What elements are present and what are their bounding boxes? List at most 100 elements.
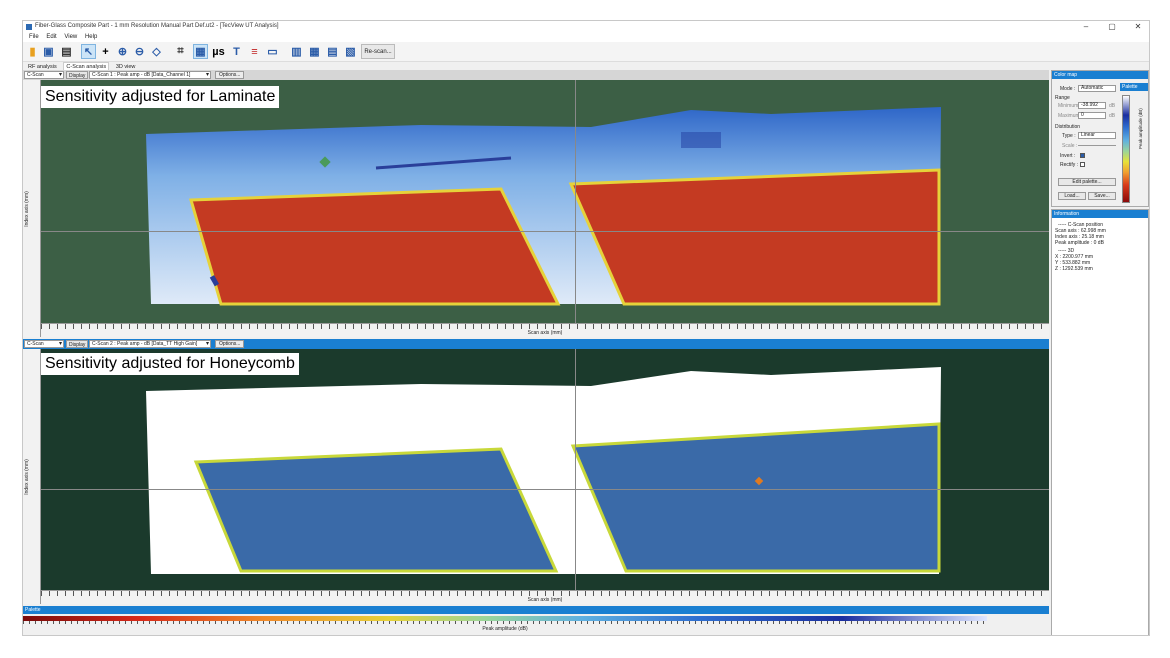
mode-label: Mode : [1060, 86, 1076, 92]
pointer-icon[interactable]: ↖ [81, 44, 96, 59]
info-peak-amplitude: Peak amplitude : 0 dB [1055, 240, 1104, 246]
zoom-in-icon[interactable]: ⊕ [115, 44, 130, 59]
cscan2-view[interactable]: Index axis (mm) Sensitivity adjusted for… [23, 349, 1049, 604]
cscan2-cursor-vertical[interactable] [575, 349, 576, 590]
cscan1-display-label: Display [66, 71, 89, 79]
cscan1-image [146, 107, 941, 306]
layout-1-icon[interactable]: ▥ [289, 44, 304, 59]
scale-label: Scale : [1062, 143, 1078, 149]
cscan2-index-ruler: Index axis (mm) [23, 349, 41, 604]
load-button[interactable]: Load... [1058, 192, 1086, 200]
fit-view-icon[interactable]: ⌗ [173, 44, 188, 59]
text-icon[interactable]: T [229, 44, 244, 59]
close-button[interactable]: ✕ [1127, 21, 1149, 33]
cscan2-scan-ruler: Scan axis (mm) [41, 590, 1049, 604]
palette-axis-label: Peak amplitude (dB) [482, 626, 528, 632]
cscan2-ruler-ticks [41, 591, 1049, 596]
honeycomb-left-panel [193, 447, 559, 573]
grid-icon[interactable]: ▦ [193, 44, 208, 59]
palette-panel-header: Palette [23, 606, 1049, 614]
type-label: Type : [1062, 133, 1076, 139]
toolbar: ▮ ▣ ▤ ↖ + ⊕ ⊖ ◇ ⌗ ▦ µs T ≡ ▭ ▥ ▦ ▤ ▧ Re-… [23, 42, 1149, 62]
cscan1-view[interactable]: Index axis (mm) Sensitivity adjusted for… [23, 80, 1049, 337]
invert-label: Invert : [1060, 153, 1076, 159]
cscan1-options-button[interactable]: Options... [215, 71, 245, 79]
maximum-unit: dB [1109, 113, 1116, 119]
open-folder-icon[interactable]: ▮ [25, 44, 40, 59]
distribution-label: Distribution [1055, 124, 1081, 130]
cscan2-mode-select[interactable]: C-Scan [24, 340, 64, 348]
cscan1-scan-ruler: Scan axis (mm) [41, 323, 1049, 337]
maximize-button[interactable]: ▢ [1101, 21, 1123, 33]
honeycomb-right-panel [570, 422, 941, 573]
cscan2-banner: Sensitivity adjusted for Honeycomb [41, 353, 299, 375]
cscan2-display-select[interactable]: C-Scan 2 : Peak amp - dB [Data_TT High G… [89, 340, 211, 348]
cscan1-yaxis-label: Index axis (mm) [24, 190, 30, 227]
minimize-button[interactable]: – [1075, 21, 1097, 33]
cscan2-display-label: Display [66, 340, 89, 348]
palette-column [1122, 95, 1130, 203]
crosshair-icon[interactable]: + [98, 44, 113, 59]
information-panel: Information ----- C-Scan position Scan a… [1051, 209, 1149, 635]
title-bar: Fiber-Glass Composite Part - 1 mm Resolu… [23, 21, 1149, 33]
layout-4-icon[interactable]: ▧ [343, 44, 358, 59]
application-window: Fiber-Glass Composite Part - 1 mm Resolu… [22, 20, 1150, 636]
window-title: Fiber-Glass Composite Part - 1 mm Resolu… [35, 23, 279, 29]
mode-select[interactable]: Automatic [1078, 85, 1116, 92]
minimum-input[interactable]: -38.992 [1078, 102, 1106, 109]
cscan1-toolbar: C-Scan Display C-Scan 1 : Peak amp - dB … [23, 70, 1049, 80]
analysis-tabs: RF analysis C-Scan analysis 3D view [23, 62, 1149, 71]
save-icon[interactable]: ▣ [41, 44, 56, 59]
cscan1-ruler-ticks [41, 324, 1049, 329]
menu-edit[interactable]: Edit [46, 33, 56, 42]
palette-panel: Palette Peak amplitude (dB) [23, 606, 1049, 635]
type-select[interactable]: Linear [1078, 132, 1116, 139]
rescan-button[interactable]: Re-scan... [361, 44, 395, 59]
rectify-checkbox[interactable] [1080, 162, 1085, 167]
palette-tab[interactable]: Palette [1120, 83, 1148, 91]
menu-bar: File Edit View Help [23, 33, 1149, 42]
edit-palette-button[interactable]: Edit palette... [1058, 178, 1116, 186]
scale-slider[interactable] [1078, 145, 1116, 146]
maximum-input[interactable]: 0 [1078, 112, 1106, 119]
menu-view[interactable]: View [64, 33, 77, 42]
minimum-unit: dB [1109, 103, 1116, 109]
range-label: Range [1055, 95, 1070, 101]
colormap-header: Color map [1052, 71, 1148, 79]
cscan2-options-button[interactable]: Options... [215, 340, 245, 348]
cscan2-cursor-horizontal[interactable] [41, 489, 1049, 490]
cscan2-image [146, 367, 941, 574]
layout-3-icon[interactable]: ▤ [325, 44, 340, 59]
cscan1-mode-select[interactable]: C-Scan [24, 71, 64, 79]
cscan1-cursor-horizontal[interactable] [41, 231, 1049, 232]
palette-ticks [23, 621, 987, 624]
information-header: Information [1052, 210, 1148, 218]
eraser-icon[interactable]: ◇ [149, 44, 164, 59]
cscan1-banner: Sensitivity adjusted for Laminate [41, 86, 280, 108]
microseconds-icon[interactable]: µs [211, 44, 226, 59]
cscan1-display-select[interactable]: C-Scan 1 : Peak amp - dB [Data_Channel 1… [89, 71, 211, 79]
cscan2-yaxis-label: Index axis (mm) [24, 458, 30, 495]
save-button[interactable]: Save... [1088, 192, 1116, 200]
invert-checkbox[interactable] [1080, 153, 1085, 158]
palette-column-label: Peak amplitude (dB) [1138, 108, 1143, 149]
print-icon[interactable]: ▤ [59, 44, 74, 59]
menu-file[interactable]: File [29, 33, 39, 42]
layout-2-icon[interactable]: ▦ [307, 44, 322, 59]
zoom-out-icon[interactable]: ⊖ [132, 44, 147, 59]
info-z: Z : 1292.539 mm [1055, 266, 1093, 272]
app-icon [26, 24, 32, 30]
cscan1-cursor-vertical[interactable] [575, 80, 576, 323]
laminate-left-panel [189, 187, 561, 306]
colormap-panel: Color map Palette Mode : Automatic Range… [1051, 70, 1149, 207]
threshold-icon[interactable]: ≡ [247, 44, 262, 59]
cscan2-xaxis-label: Scan axis (mm) [527, 597, 563, 603]
cscan2-toolbar: C-Scan Display C-Scan 2 : Peak amp - dB … [23, 339, 1049, 349]
cscan1-index-ruler: Index axis (mm) [23, 80, 41, 337]
rectify-label: Rectify : [1060, 162, 1079, 168]
comment-icon[interactable]: ▭ [265, 44, 280, 59]
cscan1-xaxis-label: Scan axis (mm) [527, 330, 563, 336]
menu-help[interactable]: Help [85, 33, 97, 42]
laminate-right-panel [568, 168, 941, 306]
laminate-defect-patch [681, 132, 721, 148]
